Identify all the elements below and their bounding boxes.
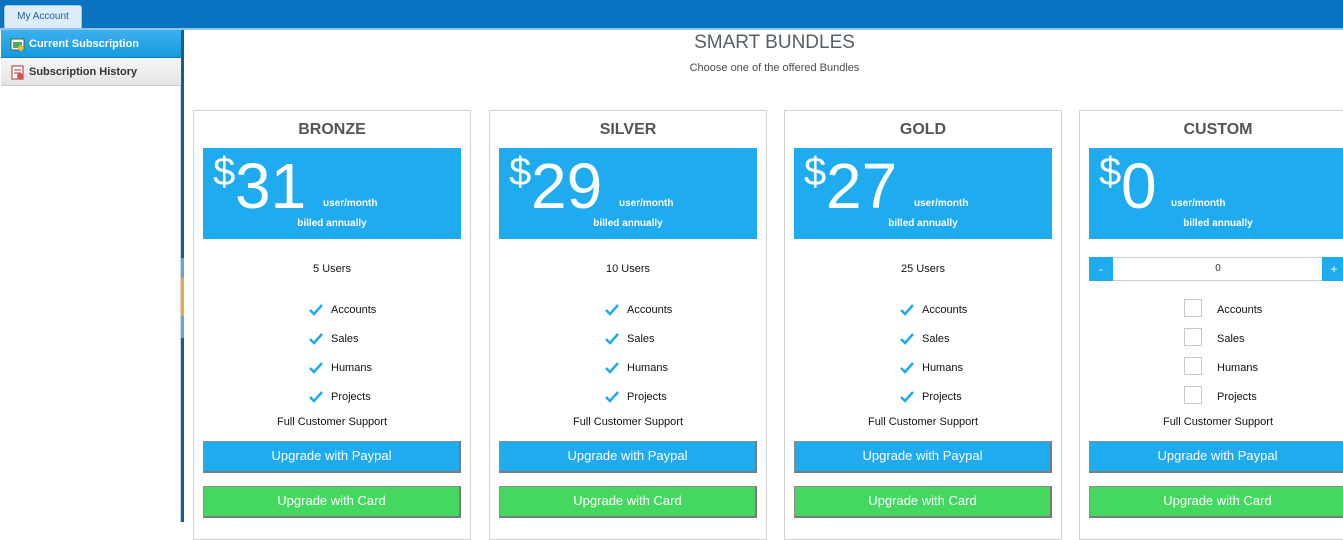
bundle-name: CUSTOM bbox=[1183, 121, 1253, 138]
sidebar-item-current-subscription[interactable]: Current Subscription bbox=[1, 30, 181, 58]
price-amount: 29 bbox=[531, 150, 603, 222]
user-quantity-stepper: - 0 + bbox=[1089, 257, 1343, 281]
bundle-name: SILVER bbox=[599, 121, 657, 138]
upgrade-paypal-button[interactable]: Upgrade with Paypal bbox=[794, 441, 1052, 473]
decrement-button[interactable]: - bbox=[1089, 257, 1113, 281]
feature-checkbox[interactable] bbox=[1184, 328, 1202, 346]
billing-period: billed annually bbox=[1183, 218, 1253, 229]
currency-symbol: $ bbox=[213, 150, 236, 194]
bundle-card-custom: CUSTOM $ 0 user/month billed annually - … bbox=[1079, 110, 1343, 540]
check-icon bbox=[309, 304, 323, 316]
check-icon bbox=[309, 362, 323, 374]
upgrade-card-button[interactable]: Upgrade with Card bbox=[203, 486, 461, 518]
user-count: 25 Users bbox=[900, 263, 946, 275]
price-unit: user/month bbox=[1171, 198, 1226, 209]
currency-symbol: $ bbox=[1099, 150, 1122, 194]
price-unit: user/month bbox=[914, 198, 969, 209]
history-icon bbox=[11, 65, 24, 80]
price-box: $ 0 user/month billed annually bbox=[1089, 148, 1343, 239]
price-amount: 31 bbox=[235, 150, 307, 222]
subscription-icon bbox=[10, 38, 25, 51]
upgrade-paypal-button[interactable]: Upgrade with Paypal bbox=[499, 441, 757, 473]
support-text: Full Customer Support bbox=[867, 416, 979, 428]
currency-symbol: $ bbox=[509, 150, 532, 194]
bundle-name: BRONZE bbox=[298, 121, 366, 138]
increment-button[interactable]: + bbox=[1322, 257, 1343, 281]
sidebar-item-label: Subscription History bbox=[29, 66, 138, 78]
check-icon bbox=[605, 304, 619, 316]
price-box: $ 29 user/month billed annually bbox=[499, 148, 757, 239]
currency-symbol: $ bbox=[804, 150, 827, 194]
upgrade-paypal-button[interactable]: Upgrade with Paypal bbox=[1089, 441, 1343, 473]
user-count: 10 Users bbox=[605, 263, 651, 275]
sidebar-item-subscription-history[interactable]: Subscription History bbox=[1, 58, 181, 86]
upgrade-card-button[interactable]: Upgrade with Card bbox=[794, 486, 1052, 518]
feature-checkbox[interactable] bbox=[1184, 386, 1202, 404]
check-icon bbox=[900, 362, 914, 374]
bundle-card-bronze: BRONZE $ 31 user/month billed annually 5… bbox=[193, 110, 471, 540]
price-unit: user/month bbox=[323, 198, 378, 209]
price-unit: user/month bbox=[619, 198, 674, 209]
check-icon bbox=[309, 333, 323, 345]
sidebar-item-label: Current Subscription bbox=[29, 38, 140, 50]
support-text: Full Customer Support bbox=[276, 416, 388, 428]
billing-period: billed annually bbox=[297, 218, 367, 229]
support-text: Full Customer Support bbox=[572, 416, 684, 428]
price-amount: 27 bbox=[826, 150, 898, 222]
price-box: $ 31 user/month billed annually bbox=[203, 148, 461, 239]
feature-checkbox[interactable] bbox=[1184, 299, 1202, 317]
page-subtitle: Choose one of the offered Bundles bbox=[689, 62, 860, 74]
check-icon bbox=[605, 362, 619, 374]
upgrade-paypal-button[interactable]: Upgrade with Paypal bbox=[203, 441, 461, 473]
sidebar: Current Subscription Subscription Histor… bbox=[0, 30, 181, 522]
feature-checkbox[interactable] bbox=[1184, 357, 1202, 375]
upgrade-card-button[interactable]: Upgrade with Card bbox=[1089, 486, 1343, 518]
billing-period: billed annually bbox=[593, 218, 663, 229]
bundle-card-silver: SILVER $ 29 user/month billed annually 1… bbox=[489, 110, 767, 540]
check-icon bbox=[900, 391, 914, 403]
check-icon bbox=[900, 304, 914, 316]
top-bar: My Account bbox=[0, 0, 1343, 28]
page-title: SMART BUNDLES bbox=[694, 32, 855, 53]
bundle-name: GOLD bbox=[899, 121, 947, 138]
check-icon bbox=[605, 391, 619, 403]
check-icon bbox=[605, 333, 619, 345]
check-icon bbox=[309, 391, 323, 403]
bundle-card-gold: GOLD $ 27 user/month billed annually 25 … bbox=[784, 110, 1062, 540]
price-amount: 0 bbox=[1121, 150, 1157, 222]
upgrade-card-button[interactable]: Upgrade with Card bbox=[499, 486, 757, 518]
quantity-input[interactable]: 0 bbox=[1114, 258, 1322, 280]
tab-my-account[interactable]: My Account bbox=[4, 5, 82, 28]
check-icon bbox=[900, 333, 914, 345]
main-content: SMART BUNDLES Choose one of the offered … bbox=[184, 30, 1343, 540]
price-box: $ 27 user/month billed annually bbox=[794, 148, 1052, 239]
billing-period: billed annually bbox=[888, 218, 958, 229]
user-count: 5 Users bbox=[313, 263, 351, 275]
support-text: Full Customer Support bbox=[1162, 416, 1274, 428]
